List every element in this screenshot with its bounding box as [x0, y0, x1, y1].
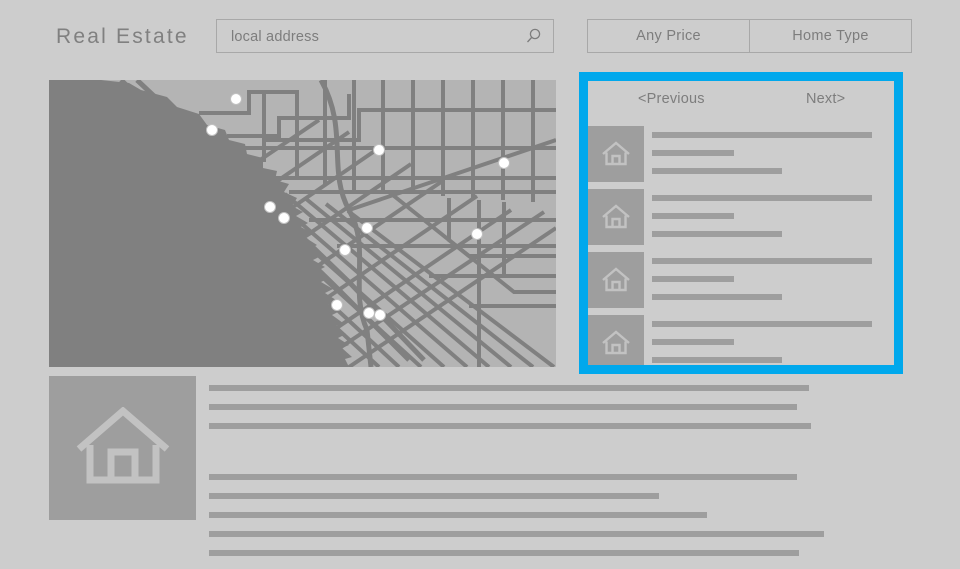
- listing-line: [652, 339, 734, 345]
- search-icon[interactable]: [523, 27, 543, 47]
- listing-thumbnail[interactable]: [588, 252, 644, 308]
- listing-thumbnail[interactable]: [588, 189, 644, 245]
- map-pin[interactable]: [278, 212, 290, 224]
- detail-line: [209, 512, 707, 518]
- detail-text: [209, 385, 849, 569]
- pagination: <Previous Next>: [588, 81, 894, 126]
- search-input[interactable]: local address: [216, 19, 554, 53]
- list-item[interactable]: [588, 315, 894, 365]
- list-item[interactable]: [588, 126, 894, 182]
- map-pin[interactable]: [361, 222, 373, 234]
- detail-line: [209, 423, 811, 429]
- listing-line: [652, 213, 734, 219]
- detail-line: [209, 550, 799, 556]
- map-canvas: [49, 80, 556, 367]
- listings-panel: <Previous Next>: [579, 72, 903, 374]
- listing-line: [652, 276, 734, 282]
- home-icon: [602, 141, 630, 166]
- map-pin[interactable]: [363, 307, 375, 319]
- filter-bar: Any Price Home Type: [587, 19, 912, 53]
- detail-line: [209, 404, 797, 410]
- listing-text-lines: [652, 258, 894, 312]
- listing-line: [652, 150, 734, 156]
- map-pin[interactable]: [471, 228, 483, 240]
- home-icon: [602, 330, 630, 355]
- listing-thumbnail[interactable]: [588, 315, 644, 365]
- list-item[interactable]: [588, 252, 894, 308]
- home-icon: [602, 267, 630, 292]
- map-pin[interactable]: [339, 244, 351, 256]
- next-page-link[interactable]: Next>: [806, 91, 845, 107]
- map-pin[interactable]: [230, 93, 242, 105]
- detail-paragraph: [209, 474, 849, 556]
- map-view[interactable]: [49, 80, 556, 367]
- listing-line: [652, 294, 782, 300]
- detail-line: [209, 474, 797, 480]
- listing-text-lines: [652, 132, 894, 186]
- detail-line: [209, 385, 809, 391]
- listing-text-lines: [652, 195, 894, 249]
- page-title: Real Estate: [56, 25, 189, 48]
- map-pin[interactable]: [374, 309, 386, 321]
- map-pin[interactable]: [206, 124, 218, 136]
- detail-thumbnail[interactable]: [49, 376, 196, 520]
- listing-line: [652, 132, 872, 138]
- listing-thumbnail[interactable]: [588, 126, 644, 182]
- any-price-filter[interactable]: Any Price: [587, 19, 750, 53]
- search-input-value: local address: [231, 29, 320, 45]
- detail-line: [209, 493, 659, 499]
- listing-line: [652, 231, 782, 237]
- home-type-filter[interactable]: Home Type: [750, 19, 912, 53]
- listing-line: [652, 321, 872, 327]
- listing-line: [652, 195, 872, 201]
- real-estate-app: Real Estate local address Any Price Home…: [0, 0, 960, 556]
- map-pin[interactable]: [373, 144, 385, 156]
- listing-line: [652, 168, 782, 174]
- listing-line: [652, 258, 872, 264]
- map-pin[interactable]: [331, 299, 343, 311]
- map-pin[interactable]: [264, 201, 276, 213]
- detail-paragraph: [209, 385, 849, 429]
- home-icon: [76, 407, 169, 484]
- list-item[interactable]: [588, 189, 894, 245]
- map-pin[interactable]: [498, 157, 510, 169]
- previous-page-link[interactable]: <Previous: [638, 91, 705, 107]
- home-icon: [602, 204, 630, 229]
- listing-line: [652, 357, 782, 363]
- listings-scroll-area[interactable]: <Previous Next>: [588, 81, 894, 365]
- listing-text-lines: [652, 321, 894, 365]
- detail-line: [209, 531, 824, 537]
